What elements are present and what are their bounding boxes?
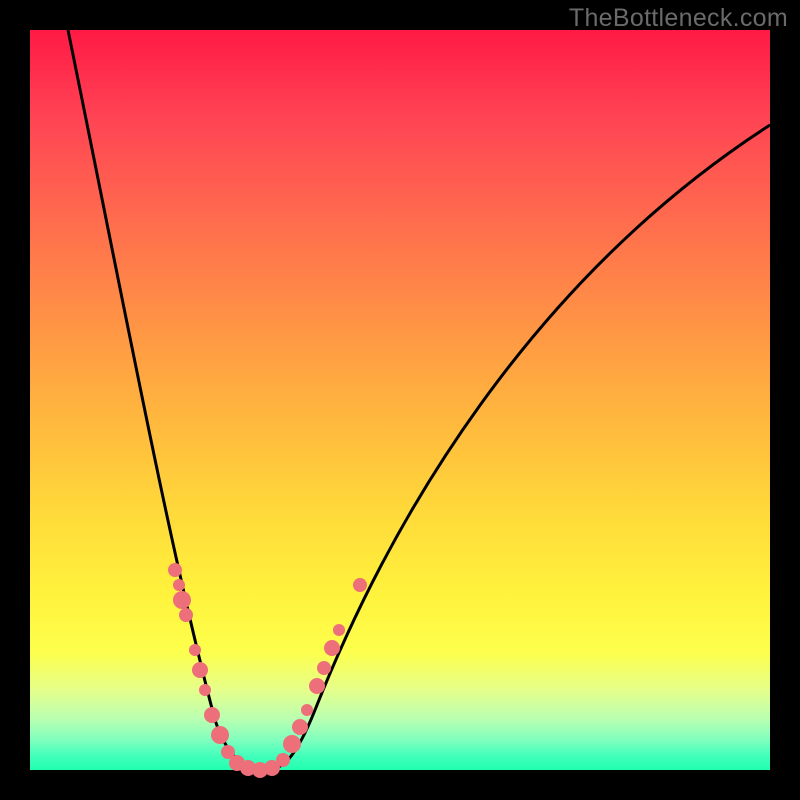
bottleneck-curve <box>68 30 770 770</box>
plot-area <box>30 30 770 770</box>
data-marker <box>179 608 193 622</box>
data-marker <box>292 719 308 735</box>
data-marker <box>333 624 345 636</box>
data-marker <box>283 735 301 753</box>
data-marker <box>317 661 331 675</box>
data-marker <box>211 726 229 744</box>
data-marker <box>192 662 208 678</box>
data-marker <box>353 578 367 592</box>
data-marker <box>199 684 211 696</box>
chart-frame: TheBottleneck.com <box>0 0 800 800</box>
watermark-text: TheBottleneck.com <box>569 4 788 33</box>
marker-group <box>168 563 367 778</box>
data-marker <box>301 704 313 716</box>
data-marker <box>276 753 290 767</box>
data-marker <box>173 591 191 609</box>
data-marker <box>173 579 185 591</box>
data-marker <box>204 707 220 723</box>
chart-svg <box>30 30 770 770</box>
data-marker <box>324 640 340 656</box>
data-marker <box>309 678 325 694</box>
data-marker <box>168 563 182 577</box>
data-marker <box>189 644 201 656</box>
